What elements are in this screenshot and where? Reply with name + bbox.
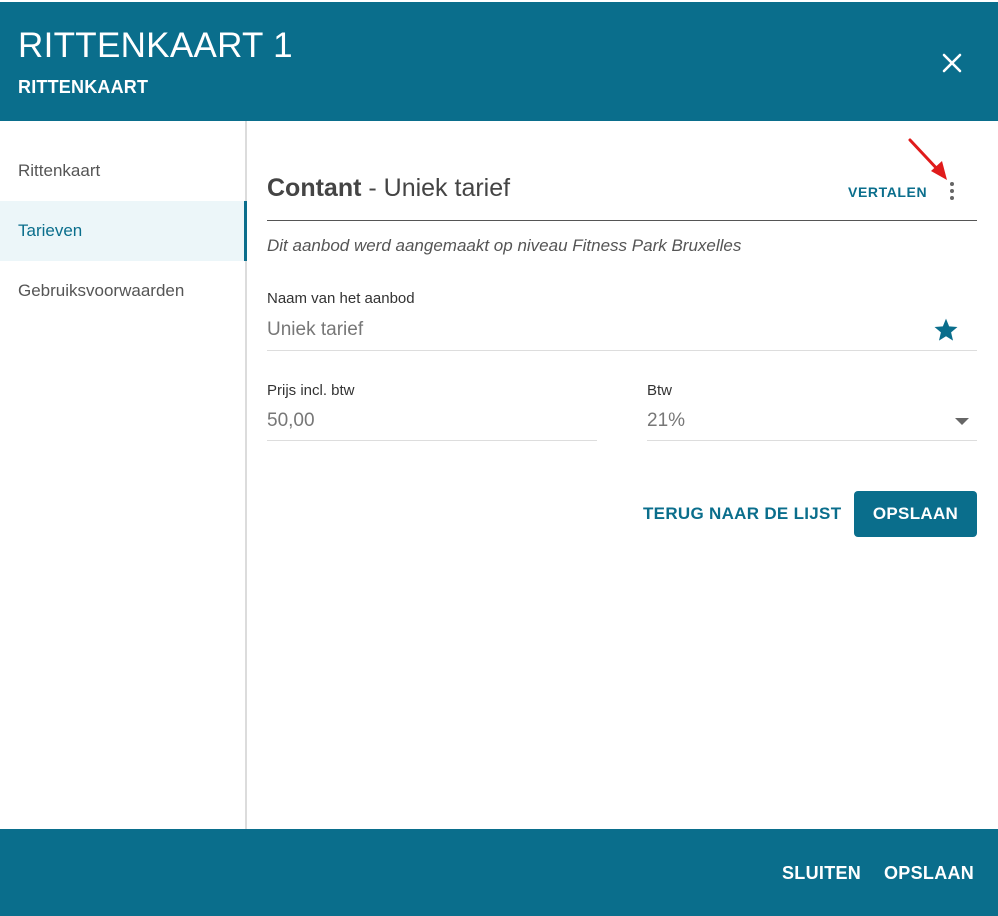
name-input[interactable]: Uniek tarief xyxy=(267,319,363,341)
name-label: Naam van het aanbod xyxy=(267,290,415,307)
main-content: Contant - Uniek tarief VERTALEN Dit aanb… xyxy=(267,121,977,829)
translate-button[interactable]: VERTALEN xyxy=(848,184,927,200)
price-label: Prijs incl. btw xyxy=(267,382,355,399)
section-header: Contant - Uniek tarief VERTALEN xyxy=(267,171,977,221)
vat-label: Btw xyxy=(647,382,673,399)
save-dialog-button[interactable]: OPSLAAN xyxy=(884,863,974,884)
price-input[interactable]: 50,00 xyxy=(267,410,315,432)
sidebar-nav: Rittenkaart Tarieven Gebruiksvoorwaarden xyxy=(0,121,247,829)
sidebar-item-tarieven[interactable]: Tarieven xyxy=(0,201,247,261)
close-icon[interactable] xyxy=(939,50,965,76)
sidebar-item-rittenkaart[interactable]: Rittenkaart xyxy=(0,141,245,201)
name-underline xyxy=(267,350,977,351)
offer-origin-note: Dit aanbod werd aangemaakt op niveau Fit… xyxy=(267,236,742,255)
section-title-bold: Contant xyxy=(267,174,362,202)
dialog-footer: SLUITEN OPSLAAN xyxy=(0,829,998,916)
back-to-list-button[interactable]: TERUG NAAR DE LIJST xyxy=(643,504,841,524)
price-underline xyxy=(267,440,597,441)
dialog-subtitle: RITTENKAART xyxy=(18,77,149,97)
close-dialog-button[interactable]: SLUITEN xyxy=(782,863,861,884)
dialog-header: RITTENKAART 1 RITTENKAART xyxy=(0,0,998,121)
section-title-rest: - Uniek tarief xyxy=(361,174,511,202)
star-icon[interactable] xyxy=(933,317,959,343)
vat-underline xyxy=(647,440,977,441)
annotation-arrow xyxy=(908,138,947,180)
sidebar-item-gebruiksvoorwaarden[interactable]: Gebruiksvoorwaarden xyxy=(0,261,245,321)
save-button[interactable]: OPSLAAN xyxy=(854,491,977,537)
vat-select[interactable]: 21% xyxy=(647,410,685,432)
section-title: Contant - Uniek tarief xyxy=(267,174,510,203)
chevron-down-icon[interactable] xyxy=(955,418,969,425)
dialog-title: RITTENKAART 1 xyxy=(18,26,293,65)
